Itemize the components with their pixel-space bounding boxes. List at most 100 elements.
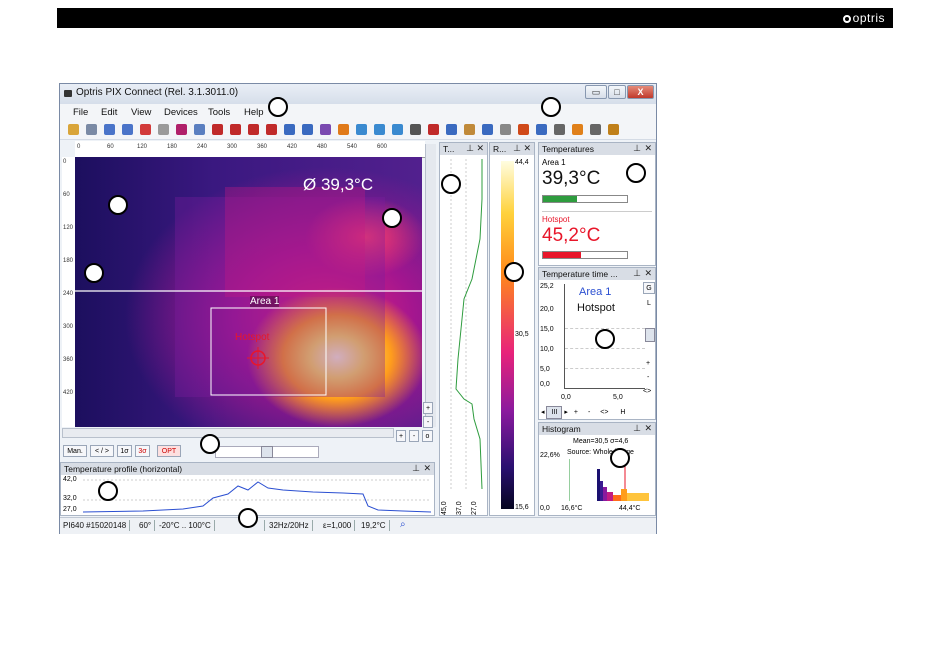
timeline-x-plus[interactable]: +	[574, 409, 578, 416]
hand-icon[interactable]	[464, 124, 475, 135]
opt-button[interactable]: OPT	[157, 445, 181, 457]
pin-icon[interactable]: ⊥	[633, 268, 641, 279]
image-hscrollbar[interactable]	[62, 428, 394, 438]
range-slider[interactable]	[215, 446, 319, 458]
grid-icon[interactable]	[410, 124, 421, 135]
palette-icon[interactable]	[212, 124, 223, 135]
zoom-out-button[interactable]: -	[423, 416, 433, 428]
timeline-x-minus[interactable]: -	[588, 409, 590, 416]
pin-icon[interactable]: ⊥	[466, 143, 474, 154]
timeline-x-fit[interactable]: <>	[600, 409, 608, 416]
timeline-xtick: 5,0	[613, 394, 623, 401]
pin-icon[interactable]: ⊥	[513, 143, 521, 154]
copy-icon[interactable]	[194, 124, 205, 135]
menu-help[interactable]: Help	[244, 107, 264, 118]
close-icon[interactable]: ✕	[523, 143, 531, 154]
bar-icon[interactable]	[446, 124, 457, 135]
fullscreen-icon[interactable]	[482, 124, 493, 135]
ruler-x-tick: 420	[287, 144, 298, 150]
callout-marker	[98, 481, 118, 501]
timeline-plus-button[interactable]: +	[646, 360, 650, 367]
range-toggle-button[interactable]: < / >	[90, 445, 114, 457]
pause-icon[interactable]	[122, 124, 133, 135]
scroll-left-icon[interactable]: ◂	[541, 409, 545, 416]
scroll-plus-button[interactable]: +	[396, 430, 406, 442]
image-icon[interactable]	[500, 124, 511, 135]
graph-icon[interactable]	[392, 124, 403, 135]
close-icon[interactable]: ✕	[644, 143, 652, 154]
search-icon[interactable]: ⌕	[400, 519, 406, 530]
menu-file[interactable]: File	[73, 107, 88, 118]
timeline-hscroll-thumb[interactable]: III	[546, 406, 563, 419]
histogram-xtick: 0,0	[540, 505, 550, 512]
fit-button[interactable]: o	[422, 430, 433, 442]
play-icon[interactable]	[104, 124, 115, 135]
menu-tools[interactable]: Tools	[208, 107, 230, 118]
eye-icon[interactable]	[320, 124, 331, 135]
menu-edit[interactable]: Edit	[101, 107, 117, 118]
ruler-x-tick: 540	[347, 144, 358, 150]
profile-icon[interactable]	[374, 124, 385, 135]
ruler-y-tick: 360	[63, 357, 74, 363]
ruler-x-tick: 480	[317, 144, 328, 150]
sigma3-button[interactable]: 3σ	[135, 445, 150, 457]
maximize-button[interactable]: □	[608, 85, 626, 99]
menu-view[interactable]: View	[131, 107, 151, 118]
close-icon[interactable]: ✕	[476, 143, 484, 154]
palette2-icon[interactable]	[230, 124, 241, 135]
timeline-minus-button[interactable]: -	[647, 374, 649, 381]
vprofile-xtick: 37,0	[456, 501, 463, 515]
pin-icon[interactable]: ⊥	[633, 423, 641, 434]
callout-marker	[200, 434, 220, 454]
pin-icon[interactable]: ⊥	[412, 463, 420, 474]
toolbar	[60, 121, 656, 140]
wizard-icon[interactable]	[608, 124, 619, 135]
histogram-icon[interactable]	[302, 124, 313, 135]
close-button[interactable]: X	[627, 85, 654, 99]
sigma1-button[interactable]: 1σ	[117, 445, 132, 457]
line-icon[interactable]	[428, 124, 439, 135]
camera-icon[interactable]	[176, 124, 187, 135]
line-chart-icon[interactable]	[356, 124, 367, 135]
scroll-minus-button[interactable]: -	[409, 430, 419, 442]
vprofile-xtick: 27,0	[471, 501, 478, 515]
marker2-icon[interactable]	[536, 124, 547, 135]
minimize-button[interactable]: ▭	[585, 85, 607, 99]
timeline-fit-button[interactable]: <>	[643, 388, 651, 395]
timeline-ytick: 0,0	[540, 381, 550, 388]
menu-devices[interactable]: Devices	[164, 107, 198, 118]
scroll-right-icon[interactable]: ▸	[564, 409, 568, 416]
color-scale-bar[interactable]	[501, 161, 514, 509]
save-icon[interactable]	[86, 124, 97, 135]
settings-icon[interactable]	[590, 124, 601, 135]
thermo-icon[interactable]	[572, 124, 583, 135]
tag-icon[interactable]	[338, 124, 349, 135]
manual-range-button[interactable]: Man.	[63, 445, 87, 457]
close-icon[interactable]: ✕	[644, 268, 652, 279]
layout-icon[interactable]	[248, 124, 259, 135]
close-icon[interactable]: ✕	[644, 423, 652, 434]
tools-icon[interactable]	[554, 124, 565, 135]
profile-ytick: 27,0	[63, 506, 77, 513]
thermal-image[interactable]: Ø 39,3°C Area 1 Hotspot	[75, 157, 422, 427]
histogram-panel: Histogram ⊥ ✕ Mean=30,5 σ=4,6 Source: Wh…	[538, 422, 656, 516]
timeline-bottom-controls: ◂ III ▸ + - <> H	[541, 406, 654, 419]
layout2-icon[interactable]	[266, 124, 277, 135]
pin-icon[interactable]: ⊥	[633, 143, 641, 154]
image-vscrollbar[interactable]	[425, 144, 436, 427]
close-icon[interactable]: ✕	[423, 463, 431, 474]
snapshot-icon[interactable]	[158, 124, 169, 135]
open-icon[interactable]	[68, 124, 79, 135]
callout-marker	[610, 448, 630, 468]
timeline-g-button[interactable]: G	[643, 282, 655, 294]
marker-icon[interactable]	[518, 124, 529, 135]
zoom-in-button[interactable]: +	[423, 402, 433, 414]
range-slider-thumb[interactable]	[261, 446, 273, 458]
timeline-l-button[interactable]: L	[647, 300, 651, 307]
record-icon[interactable]	[140, 124, 151, 135]
status-emissivity: ε=1,000	[320, 520, 356, 531]
timeline-vscroll-thumb[interactable]	[645, 328, 655, 342]
chart-icon[interactable]	[284, 124, 295, 135]
timeline-h-button[interactable]: H	[620, 409, 625, 416]
status-fov: 60°	[136, 520, 156, 531]
